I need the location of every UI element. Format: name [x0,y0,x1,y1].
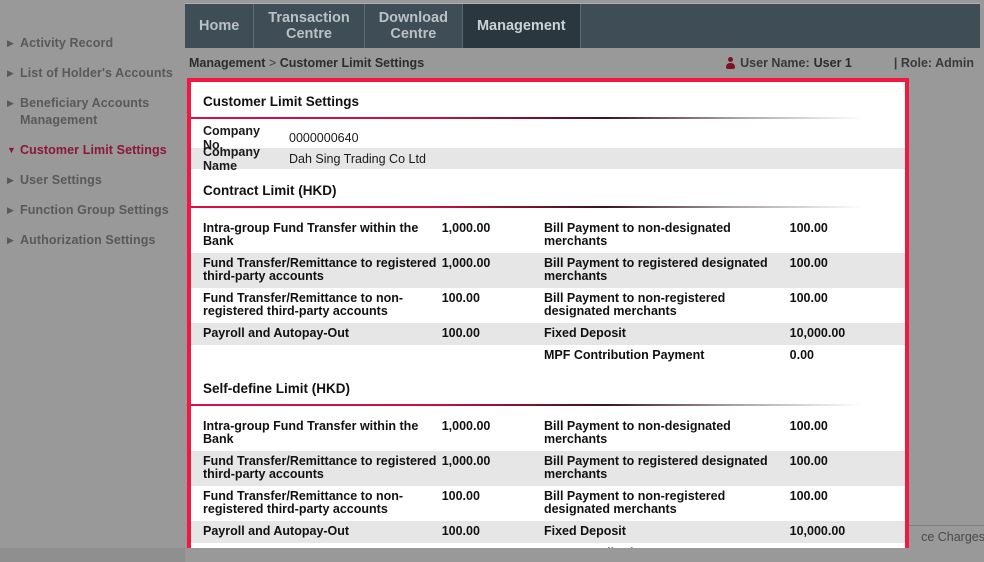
row-right-label: Bill Payment to non-registered designate… [543,291,726,318]
tab-management[interactable]: Management [462,4,581,48]
table-spacer [191,208,905,218]
sidebar-item-label: Authorization Settings [20,233,156,247]
user-role: | Role: Admin [893,56,974,70]
row-left-value: 1,000.00 [441,256,491,270]
table-row: Fund Transfer/Remittance to registered t… [191,451,905,486]
sidebar-item-function-group-settings[interactable]: ▶ Function Group Settings [0,202,185,219]
row-right-label: Bill Payment to non-designated merchants [543,221,731,248]
company-no-row: Company No. 0000000640 [191,124,905,152]
row-right-value: 10,000.00 [789,524,846,538]
sidebar-bottom-strip [0,548,185,562]
row-right-value: 0.00 [789,348,814,362]
row-right-value: 10,000.00 [789,326,846,340]
row-left-label: Payroll and Autopay-Out [203,326,350,340]
row-right-label: Bill Payment to non-designated merchants [543,419,731,446]
table-row: Payroll and Autopay-Out 100.00 Fixed Dep… [191,521,905,543]
sidebar-item-beneficiary-accounts-management[interactable]: ▶ Beneficiary Accounts Management [0,95,185,129]
row-left-value: 100.00 [441,524,480,538]
row-left-value: 1,000.00 [441,419,491,433]
selfdefine-limit-table: Intra-group Fund Transfer within the Ban… [191,406,905,551]
chevron-right-icon: ▶ [7,38,14,48]
sidebar-item-label: Function Group Settings [20,203,169,217]
sidebar-item-label: List of Holder's Accounts [20,66,173,80]
row-right-value: 100.00 [789,489,828,503]
row-left-value: 100.00 [441,326,480,340]
row-left-label: Fund Transfer/Remittance to registered t… [203,454,437,481]
company-name-value: Dah Sing Trading Co Ltd [289,151,426,166]
chevron-right-icon: ▶ [7,235,14,245]
selfdefine-limit-heading: Self-define Limit (HKD) [203,381,350,396]
main-pane: Home Transaction Centre Download Centre … [185,0,984,562]
chevron-down-icon: ▼ [7,145,16,155]
sidebar-item-label: Activity Record [20,36,114,50]
row-right-label: Bill Payment to registered designated me… [543,256,768,283]
table-row: MPF Contribution Payment 0.00 [191,345,905,367]
row-left-label: Fund Transfer/Remittance to non-register… [203,489,404,516]
row-right-value: 100.00 [789,291,828,305]
tab-download-centre[interactable]: Download Centre [365,4,463,48]
breadcrumb-parent[interactable]: Management [189,56,265,70]
sidebar-item-list-of-holders-accounts[interactable]: ▶ List of Holder's Accounts [0,65,185,82]
row-left-label: Fund Transfer/Remittance to registered t… [203,256,437,283]
sidebar-item-activity-record[interactable]: ▶ Activity Record [0,35,185,52]
row-right-value: 100.00 [789,256,828,270]
tab-transaction-centre[interactable]: Transaction Centre [254,4,365,48]
chevron-right-icon: ▶ [7,175,14,185]
company-no-value: 0000000640 [289,130,359,145]
row-left-value: 100.00 [441,291,480,305]
sidebar-item-authorization-settings[interactable]: ▶ Authorization Settings [0,232,185,249]
breadcrumb-separator: > [268,56,277,70]
table-row: Payroll and Autopay-Out 100.00 Fixed Dep… [191,323,905,345]
chevron-right-icon: ▶ [7,98,14,108]
breadcrumb-current: Customer Limit Settings [279,56,425,70]
chevron-right-icon: ▶ [7,205,14,215]
row-right-label: Bill Payment to registered designated me… [543,454,768,481]
nav-filler [581,4,980,48]
user-info: User Name: User 1 | Role: Admin [726,56,984,70]
contract-limit-heading: Contract Limit (HKD) [203,183,337,198]
page-title: Customer Limit Settings [203,94,360,109]
table-row: Intra-group Fund Transfer within the Ban… [191,416,905,451]
row-left-value [438,345,540,367]
row-right-label: Fixed Deposit [543,524,626,538]
table-row: Fund Transfer/Remittance to registered t… [191,253,905,288]
row-left-value: 1,000.00 [441,221,491,235]
breadcrumb: Management > Customer Limit Settings [185,56,424,70]
row-right-label: MPF Contribution Payment [543,348,705,362]
table-row: Fund Transfer/Remittance to non-register… [191,288,905,323]
sidebar-item-label: User Settings [20,173,102,187]
top-navigation: Home Transaction Centre Download Centre … [185,3,980,48]
row-left-value: 100.00 [441,489,480,503]
sidebar-item-customer-limit-settings[interactable]: ▼ Customer Limit Settings [0,142,185,159]
row-left-label: Payroll and Autopay-Out [203,524,350,538]
sidebar-item-user-settings[interactable]: ▶ User Settings [0,172,185,189]
row-left-label: Fund Transfer/Remittance to non-register… [203,291,404,318]
row-right-label: Bill Payment to non-registered designate… [543,489,726,516]
customer-limit-settings-panel: Customer Limit Settings Company No. 0000… [187,78,909,555]
row-left-label: Intra-group Fund Transfer within the Ban… [203,419,419,446]
sidebar-item-label: Customer Limit Settings [20,143,167,157]
table-row: Fund Transfer/Remittance to non-register… [191,486,905,521]
row-left-label [191,345,438,367]
row-left-label: Intra-group Fund Transfer within the Ban… [203,221,419,248]
row-right-label: Fixed Deposit [543,326,626,340]
table-spacer [191,406,905,416]
user-name-label: User Name: [740,56,810,70]
row-right-value: 100.00 [789,454,828,468]
company-name-label: Company Name [203,144,260,173]
table-row: Intra-group Fund Transfer within the Ban… [191,218,905,253]
row-right-value: 100.00 [789,221,828,235]
contract-limit-table: Intra-group Fund Transfer within the Ban… [191,208,905,367]
tab-home[interactable]: Home [185,4,255,48]
user-icon [726,57,736,69]
sidebar-item-label: Beneficiary Accounts Management [20,96,150,127]
sidebar: ▶ Activity Record ▶ List of Holder's Acc… [0,0,185,548]
company-name-row: Company Name Dah Sing Trading Co Ltd [191,145,905,173]
chevron-right-icon: ▶ [7,68,14,78]
user-name-value: User 1 [813,56,852,70]
row-left-value: 1,000.00 [441,454,491,468]
breadcrumb-bar: Management > Customer Limit Settings Use… [185,48,984,78]
row-right-value: 100.00 [789,419,828,433]
